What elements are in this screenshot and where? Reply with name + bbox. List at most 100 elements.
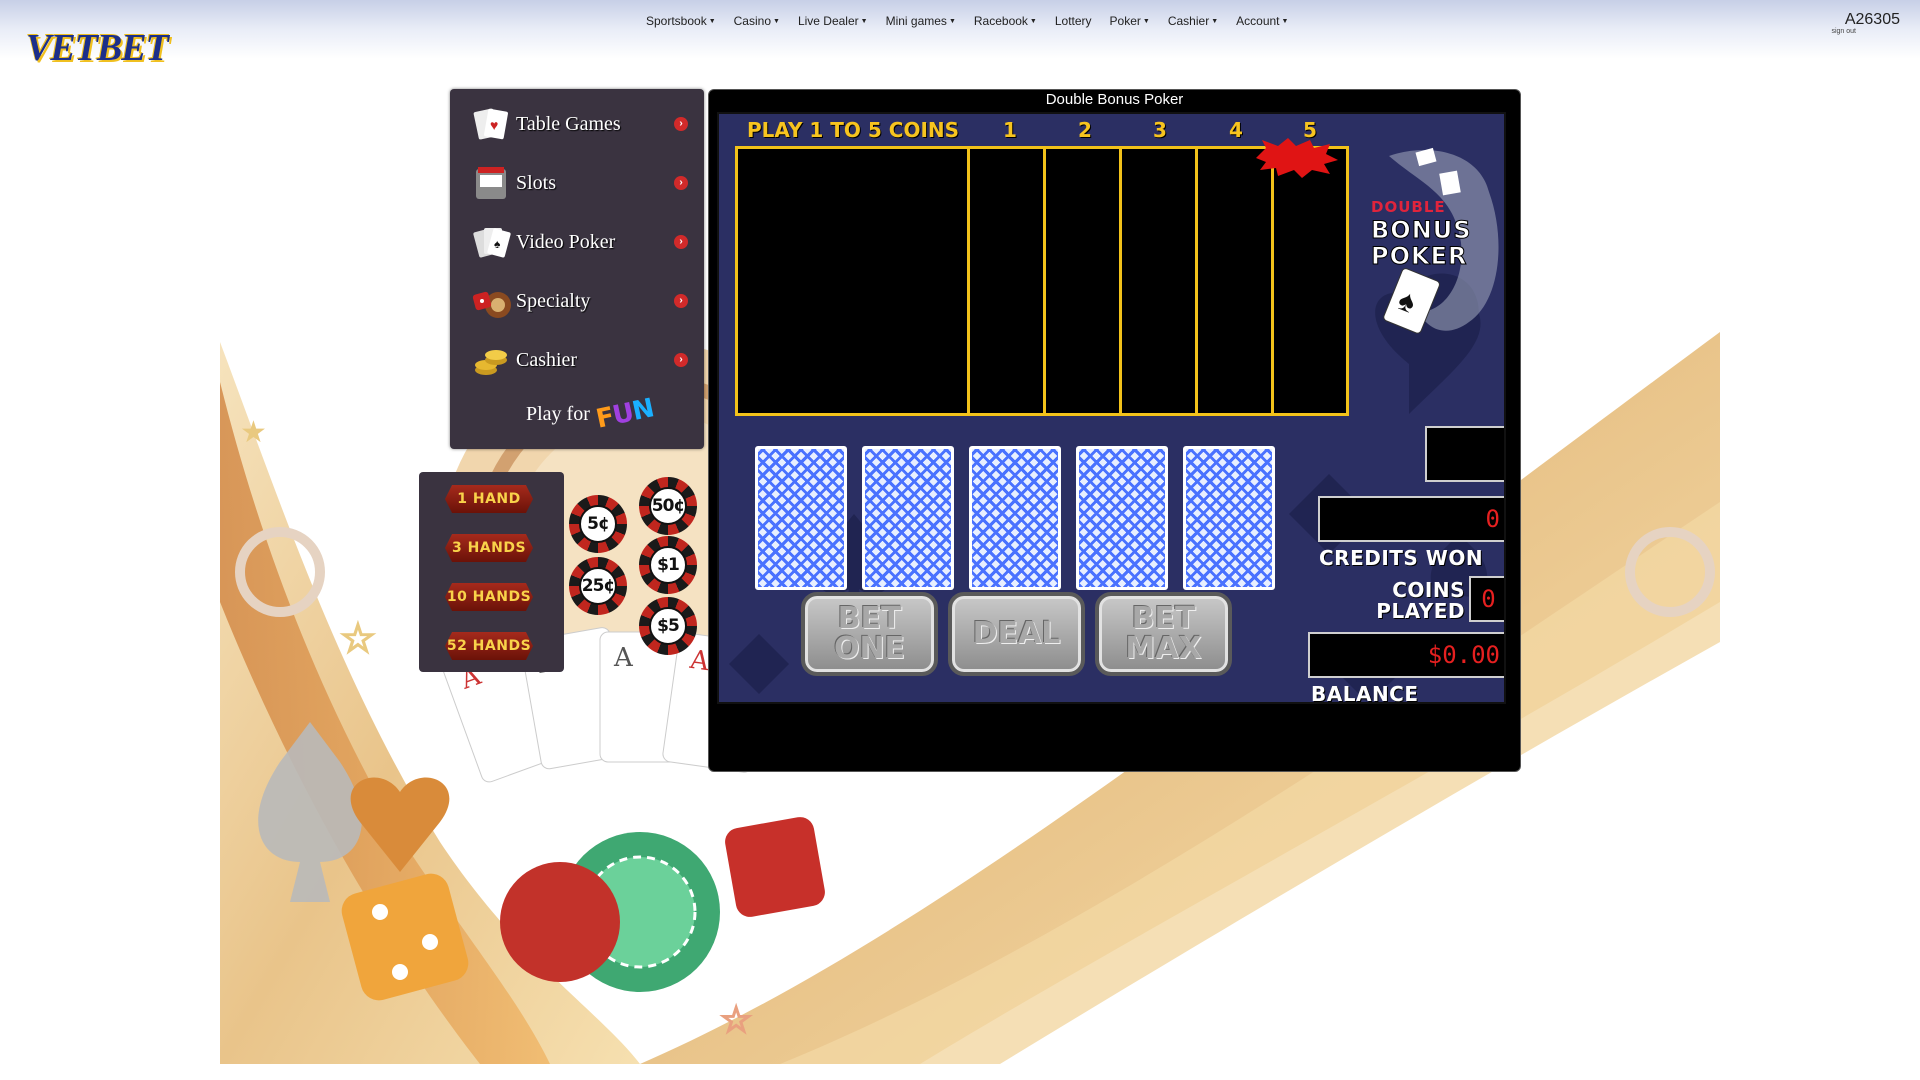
chip-label: 25¢ [579, 567, 617, 605]
chip-label: 50¢ [649, 487, 687, 525]
caret-down-icon: ▼ [708, 18, 716, 25]
play-for-fun-toggle[interactable]: Play for FUN [526, 393, 656, 434]
play-for-label: Play for [526, 402, 590, 425]
paytable-column [967, 149, 1043, 413]
nav-item-cashier[interactable]: Cashier ▼ [1159, 14, 1227, 28]
logo-bonus-text: BONUS [1371, 216, 1472, 244]
deal-label: DEAL [972, 616, 1061, 651]
pay-table [735, 146, 1349, 416]
bet-max-label: BET MAX [1125, 604, 1201, 664]
game-title: Double Bonus Poker [1045, 91, 1184, 108]
card-slot-4[interactable] [1076, 446, 1168, 590]
nav-item-label: Racebook [973, 14, 1028, 28]
chip-25-cents[interactable]: 25¢ [569, 557, 627, 615]
main-nav: Sportsbook ▼ Casino ▼ Live Dealer ▼ Mini games… [637, 14, 1297, 28]
chip-5-cents[interactable]: 5¢ [569, 495, 627, 553]
card-slot-2[interactable] [862, 446, 954, 590]
sign-out-link[interactable]: sign out [1831, 28, 1856, 35]
balance-label: BALANCE [1311, 682, 1419, 704]
svg-text:♠: ♠ [494, 237, 501, 251]
menu-item-table-games[interactable]: ♥ Table Games › [472, 102, 688, 146]
paytable-column [1195, 149, 1271, 413]
bet-one-line-1: BET [837, 601, 902, 636]
vetbet-logo[interactable]: VETBET [26, 18, 169, 78]
menu-item-specialty[interactable]: Specialty › [472, 279, 688, 323]
bet-max-button[interactable]: BET MAX [1095, 592, 1232, 676]
menu-item-video-poker[interactable]: ♠ Video Poker › [472, 220, 688, 264]
card-slot-1[interactable] [755, 446, 847, 590]
nav-item-label: Mini games [885, 14, 947, 28]
bet-max-line-2: MAX [1125, 631, 1202, 666]
svg-text:★: ★ [240, 416, 267, 449]
menu-item-label: Cashier [516, 348, 578, 371]
fun-label: FUN [593, 393, 656, 434]
video-poker-game: Double Bonus Poker PLAY 1 TO 5 COINS 1 2… [708, 89, 1521, 772]
account-id[interactable]: A26305 [1845, 11, 1900, 29]
chevron-right-icon: › [674, 176, 688, 190]
card-slot-5[interactable] [1183, 446, 1275, 590]
caret-down-icon: ▼ [1281, 18, 1289, 25]
hands-selector-panel: 1 HAND 3 HANDS 10 HANDS 52 HANDS [419, 472, 564, 672]
game-table: PLAY 1 TO 5 COINS 1 2 3 4 5 DOUBLE BONUS… [717, 112, 1506, 704]
chip-label: $1 [649, 546, 687, 584]
chip-label: $5 [649, 607, 687, 645]
card-slot-3[interactable] [969, 446, 1061, 590]
nav-item-casino[interactable]: Casino ▼ [725, 14, 789, 28]
nav-item-poker[interactable]: Poker ▼ [1101, 14, 1159, 28]
nav-item-label: Poker [1109, 14, 1141, 28]
logo-double-text: DOUBLE [1371, 198, 1446, 216]
menu-item-cashier[interactable]: Cashier › [472, 338, 688, 382]
nav-item-mini-games[interactable]: Mini games ▼ [877, 14, 965, 28]
slot-machine-icon [476, 167, 506, 199]
ten-hands-button[interactable]: 10 HANDS [445, 583, 533, 611]
nav-item-label: Sportsbook [646, 14, 707, 28]
bet-max-line-1: BET [1131, 601, 1196, 636]
paytable-column [1119, 149, 1195, 413]
caret-down-icon: ▼ [1211, 18, 1219, 25]
win-display [1425, 426, 1504, 482]
chevron-right-icon: › [674, 117, 688, 131]
bet-one-line-2: ONE [833, 631, 906, 666]
menu-item-slots[interactable]: Slots › [472, 161, 688, 205]
chip-5-dollars[interactable]: $5 [639, 597, 697, 655]
nav-item-racebook[interactable]: Racebook ▼ [965, 14, 1046, 28]
svg-text:☆: ☆ [720, 999, 752, 1040]
one-hand-button[interactable]: 1 HAND [445, 485, 533, 513]
poker-hand-icon: ♠ [473, 228, 511, 258]
chip-label: 5¢ [579, 505, 617, 543]
game-category-menu: ♥ Table Games › Slots › ♠ Video Poker › … [450, 89, 704, 449]
double-bonus-poker-logo: DOUBLE BONUS POKER ♠ [1371, 147, 1499, 334]
fifty-two-hands-button[interactable]: 52 HANDS [445, 632, 533, 660]
nav-item-lottery[interactable]: Lottery [1046, 14, 1101, 28]
caret-down-icon: ▼ [1142, 18, 1150, 25]
coins-played-label-2: PLAYED [1376, 599, 1465, 623]
chip-50-cents[interactable]: 50¢ [639, 477, 697, 535]
top-bar: VETBET Sportsbook ▼ Casino ▼ Live Dealer ▼ Min… [0, 0, 1920, 84]
chip-1-dollar[interactable]: $1 [639, 536, 697, 594]
logo-poker-text: POKER [1371, 242, 1467, 270]
balance-display: $0.00 [1308, 632, 1504, 678]
menu-item-label: Slots [516, 171, 557, 194]
coins-played-display: 0 [1469, 576, 1504, 622]
nav-item-label: Account [1236, 14, 1280, 28]
playing-cards-icon: ♥ [473, 108, 508, 140]
nav-item-account[interactable]: Account ▼ [1227, 14, 1297, 28]
brand-name: VETBET [26, 27, 169, 69]
chevron-right-icon: › [674, 353, 688, 367]
bet-one-button[interactable]: BET ONE [801, 592, 938, 676]
roulette-dice-icon [472, 291, 511, 318]
svg-text:♥: ♥ [490, 117, 498, 133]
chevron-right-icon: › [674, 294, 688, 308]
menu-item-label: Video Poker [516, 230, 616, 253]
coin-column-2: 2 [1078, 118, 1092, 142]
nav-item-label: Cashier [1167, 14, 1210, 28]
three-hands-button[interactable]: 3 HANDS [445, 534, 533, 562]
caret-down-icon: ▼ [860, 18, 868, 25]
coin-column-3: 3 [1153, 118, 1167, 142]
deal-button[interactable]: DEAL [948, 592, 1085, 676]
coins-header: PLAY 1 TO 5 COINS [747, 118, 960, 142]
nav-item-sportsbook[interactable]: Sportsbook ▼ [637, 14, 725, 28]
menu-item-label: Specialty [516, 289, 591, 312]
bet-one-label: BET ONE [834, 604, 905, 664]
nav-item-live-dealer[interactable]: Live Dealer ▼ [789, 14, 877, 28]
